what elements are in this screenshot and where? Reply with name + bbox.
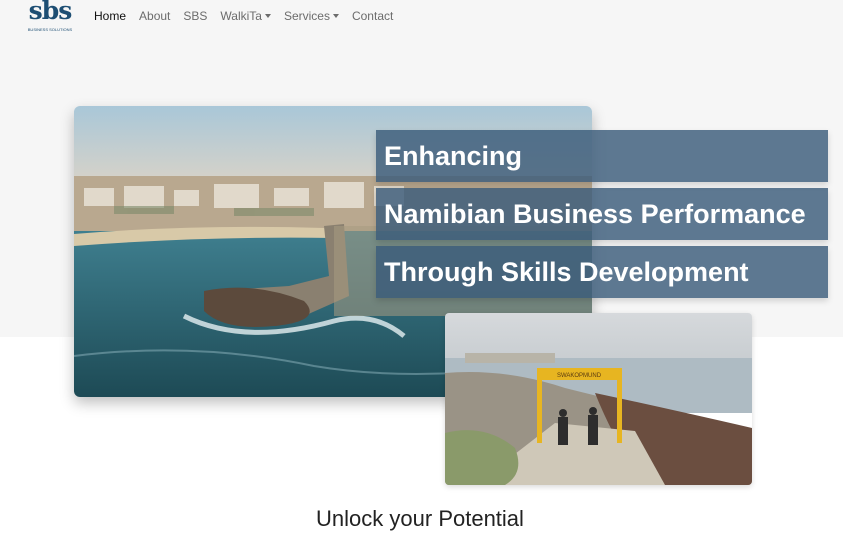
nav-item-services-dropdown[interactable]: Services bbox=[284, 9, 339, 23]
caret-down-icon bbox=[332, 14, 339, 18]
headline-line-1: Enhancing bbox=[376, 130, 828, 182]
nav-label: About bbox=[139, 9, 171, 23]
nav-label: Contact bbox=[351, 9, 394, 23]
headline-line-3: Through Skills Development bbox=[376, 246, 828, 298]
nav-label: WalkiTa bbox=[220, 9, 262, 23]
secondary-photo-swakopmund-frame: SWAKOPMUND bbox=[445, 313, 752, 485]
navbar: sbs BUSINESS SOLUTIONS Home About SBS Wa… bbox=[0, 0, 843, 36]
nav-item-sbs[interactable]: SBS bbox=[183, 9, 207, 23]
nav-links: Home About SBS WalkiTa Services Contact bbox=[94, 9, 406, 23]
nav-item-home[interactable]: Home bbox=[94, 9, 126, 23]
logo-subtext: BUSINESS SOLUTIONS bbox=[27, 27, 73, 32]
nav-label: Home bbox=[94, 9, 127, 23]
nav-label: SBS bbox=[183, 9, 208, 23]
nav-item-about[interactable]: About bbox=[139, 9, 170, 23]
caret-down-icon bbox=[264, 14, 271, 18]
headline-line-2: Namibian Business Performance bbox=[376, 188, 828, 240]
brand-logo[interactable]: sbs BUSINESS SOLUTIONS bbox=[25, 0, 75, 36]
nav-label: Services bbox=[283, 9, 330, 23]
nav-item-contact[interactable]: Contact bbox=[352, 9, 393, 23]
nav-item-walkita-dropdown[interactable]: WalkiTa bbox=[220, 9, 271, 23]
section-title: Unlock your Potential bbox=[316, 506, 524, 531]
logo-text: sbs bbox=[28, 0, 73, 25]
frame-sign-text: SWAKOPMUND bbox=[557, 373, 602, 379]
